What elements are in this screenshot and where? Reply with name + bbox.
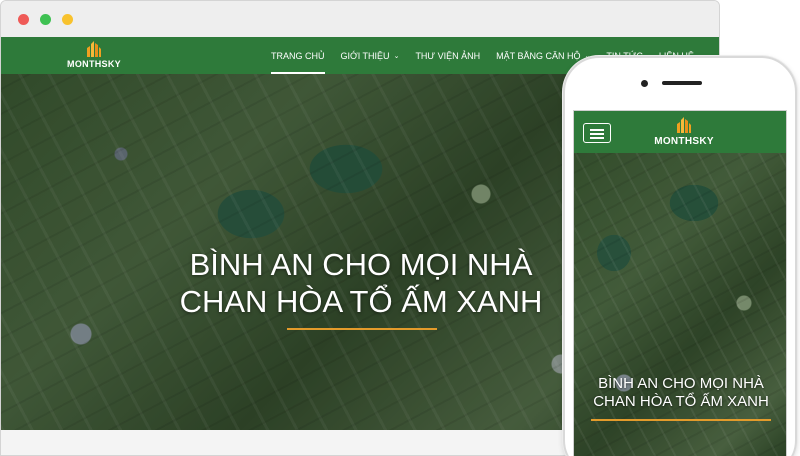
hamburger-icon[interactable] <box>583 123 611 143</box>
phone-camera <box>641 80 648 87</box>
nav-item-gallery[interactable]: THƯ VIỆN ẢNH <box>407 37 488 74</box>
browser-titlebar <box>1 1 719 37</box>
nav-item-label: THƯ VIỆN ẢNH <box>415 50 481 61</box>
mobile-hero-divider <box>591 419 771 421</box>
mobile-site-logo[interactable]: MONTHSKY <box>646 116 722 150</box>
hero-line-1: BÌNH AN CHO MỌI NHÀ <box>189 247 533 282</box>
nav-item-label: GIỚI THIỆU <box>340 50 390 61</box>
nav-item-about[interactable]: GIỚI THIỆU ⌄ <box>333 37 408 74</box>
nav-item-label: MẶT BẰNG CĂN HỘ <box>496 50 581 61</box>
site-logo[interactable]: MONTHSKY <box>61 40 127 72</box>
mobile-navbar: MONTHSKY <box>574 111 786 153</box>
nav-item-home[interactable]: TRANG CHỦ <box>263 37 333 74</box>
logo-text: MONTHSKY <box>654 136 714 147</box>
nav-item-label: TRANG CHỦ <box>271 50 325 61</box>
close-window-button[interactable] <box>18 14 29 25</box>
hero-divider <box>287 328 437 330</box>
building-logo-icon <box>87 41 101 57</box>
chevron-down-icon: ⌄ <box>393 52 400 60</box>
hero-line-2: CHAN HÒA TỔ ẤM XANH <box>179 284 543 319</box>
mobile-hero-line-2: CHAN HÒA TỔ ẤM XANH <box>593 393 769 410</box>
minimize-window-button[interactable] <box>62 14 73 25</box>
mobile-hero-caption: BÌNH AN CHO MỌI NHÀ CHAN HÒA TỔ ẤM XANH <box>574 375 786 411</box>
mobile-hero-line-1: BÌNH AN CHO MỌI NHÀ <box>598 375 764 392</box>
maximize-window-button[interactable] <box>40 14 51 25</box>
building-logo-icon <box>677 117 691 133</box>
phone-speaker <box>662 81 702 85</box>
logo-text: MONTHSKY <box>67 59 121 69</box>
hero-caption: BÌNH AN CHO MỌI NHÀ CHAN HÒA TỔ ẤM XANH <box>1 246 719 320</box>
